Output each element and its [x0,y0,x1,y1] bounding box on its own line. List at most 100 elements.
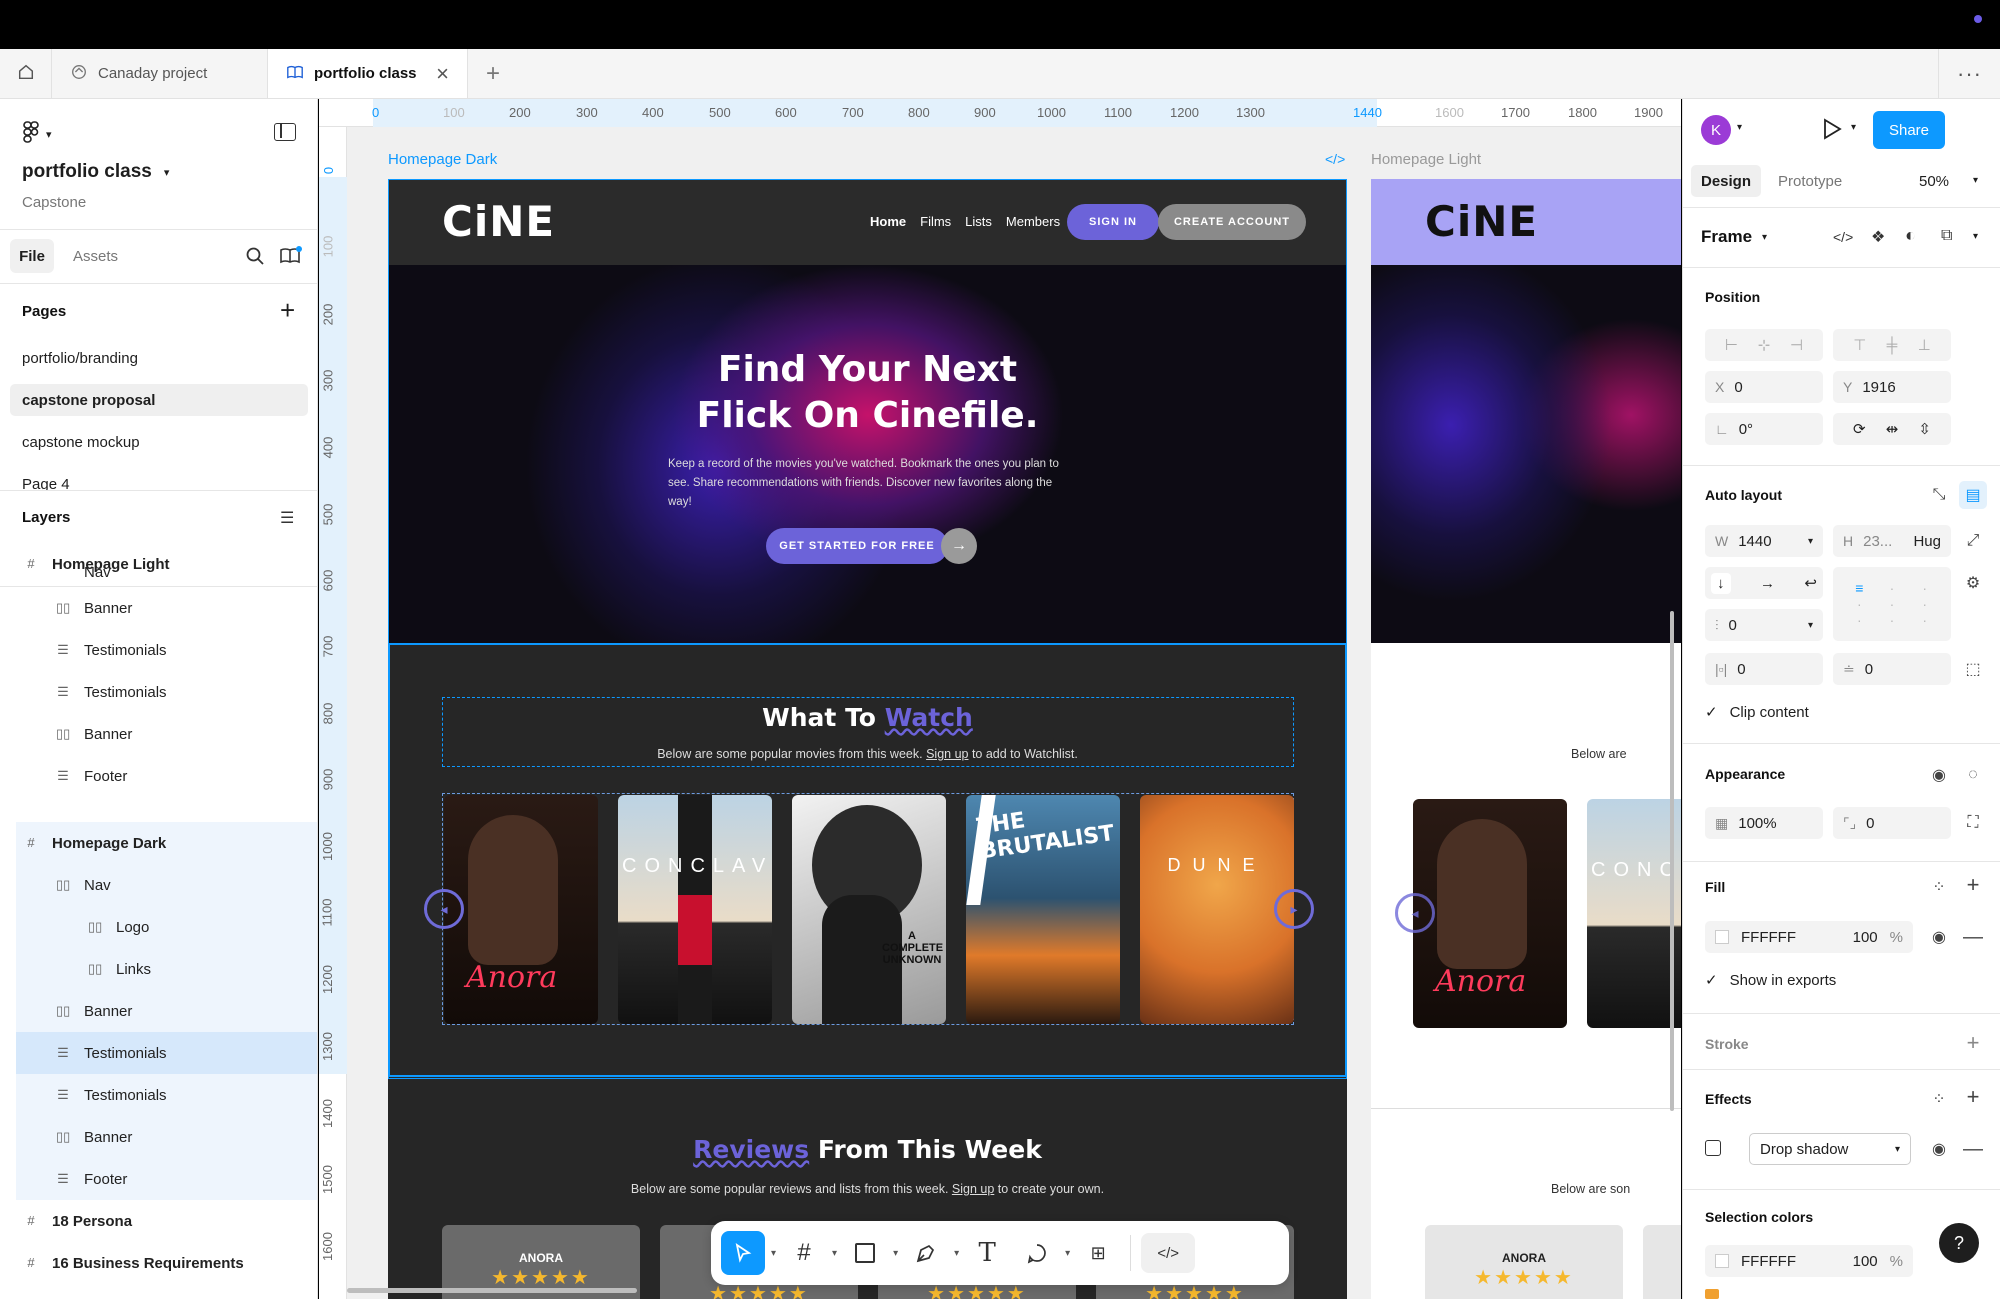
layer-item[interactable]: ▯▯ Banner [16,990,317,1032]
remove-fill-icon[interactable]: — [1959,923,1987,951]
logo-light[interactable]: CiNE [1425,197,1538,246]
page-item[interactable]: capstone mockup [22,434,140,451]
rotation-field[interactable]: ∟ 0° [1705,413,1823,445]
logo[interactable]: CiNE [442,197,555,246]
comment-tool-icon[interactable] [1015,1231,1059,1275]
layer-item[interactable]: ☰ Testimonials [0,671,317,713]
chevron-down-icon[interactable]: ▾ [1973,175,1978,186]
carousel-prev-button[interactable]: ◂ [424,889,464,929]
code-icon[interactable]: </> [1833,229,1853,245]
actions-icon[interactable]: ⊞ [1076,1231,1120,1275]
effect-toggle-checkbox[interactable] [1705,1140,1721,1156]
width-field[interactable]: W 1440 ▾ [1705,525,1823,557]
text-tool-icon[interactable]: T [965,1231,1009,1275]
padding-v-field[interactable]: ≐ 0 [1833,653,1951,685]
layer-item-selected[interactable]: ☰ Testimonials [16,1032,317,1074]
help-button[interactable]: ? [1939,1223,1979,1263]
layer-item[interactable]: # Homepage Dark [16,822,317,864]
horizontal-scrollbar[interactable] [347,1288,637,1293]
new-tab-button[interactable]: + [468,49,518,98]
layer-item[interactable]: ☰ Testimonials [16,1074,317,1116]
canvas[interactable]: 0 100 200 300 400 500 600 700 800 900 10… [319,99,1681,1299]
y-field[interactable]: Y 1916 [1833,371,1951,403]
frame-tool-icon[interactable]: # [782,1231,826,1275]
alignment-grid[interactable]: ≡ · · · · · · · · [1833,567,1951,641]
layer-item[interactable]: #18 Persona [0,1200,317,1242]
transform-group[interactable]: ⟳ ⇹ ⇳ [1833,413,1951,445]
remove-effect-icon[interactable]: — [1959,1135,1987,1163]
poster-brutalist[interactable]: THE BRUTALIST [966,795,1120,1024]
tab-portfolio-class[interactable]: portfolio class × [268,49,468,98]
pen-tool-icon[interactable] [904,1231,948,1275]
styles-icon[interactable]: ⁘ [1925,873,1953,901]
show-in-exports-checkbox[interactable]: ✓ Show in exports [1705,971,1836,990]
close-icon[interactable]: × [436,61,449,87]
nav-link-lists[interactable]: Lists [965,214,992,229]
selection-color-field[interactable]: FFFFFF 100% [1705,1245,1913,1277]
layer-item[interactable]: ☰ Footer [0,755,317,797]
homepage-light-frame[interactable]: CiNE Below are Anora CONCLAVE ◂ Below ar… [1371,179,1681,1299]
corner-radius-field[interactable]: ⌜⌟ 0 [1833,807,1951,839]
layer-item[interactable]: ☰ Testimonials [0,629,317,671]
layer-item[interactable]: ▯▯ Nav [16,864,317,906]
x-field[interactable]: X0 [1705,371,1823,403]
page-item[interactable]: portfolio/branding [22,350,138,367]
frame-type-dropdown[interactable]: Frame ▾ [1701,227,1767,247]
library-icon[interactable] [280,246,302,271]
poster-complete-unknown[interactable]: A COMPLETE UNKNOWN [792,795,946,1024]
poster-conclave-light[interactable]: CONCLAVE [1587,799,1681,1028]
dev-mode-icon[interactable]: </> [1141,1233,1196,1273]
poster-anora[interactable]: Anora [444,795,598,1024]
layer-item[interactable]: ▯▯ Links [16,948,317,990]
chevron-down-icon[interactable]: ▾ [1973,231,1978,242]
chevron-down-icon[interactable]: ▾ [893,1248,898,1259]
eye-icon[interactable]: ◉ [1925,761,1953,789]
add-stroke-icon[interactable]: + [1959,1029,1987,1057]
tab-canaday-project[interactable]: Canaday project [52,49,268,98]
opacity-field[interactable]: ▦ 100% [1705,807,1823,839]
vertical-align-group[interactable]: ⊤ ╪ ⊥ [1833,329,1951,361]
share-button[interactable]: Share [1873,111,1945,149]
collapse-icon[interactable]: ⤡ [1925,481,1953,509]
color-swatch[interactable] [1705,1289,1719,1299]
component-icon[interactable]: ❖ [1871,227,1885,247]
effect-type-dropdown[interactable]: Drop shadow ▾ [1749,1133,1911,1165]
tab-file[interactable]: File [10,239,54,273]
carousel-prev-button-light[interactable]: ◂ [1395,893,1435,933]
vertical-scrollbar[interactable] [1670,611,1674,1111]
main-menu-button[interactable]: ▾ [22,121,52,148]
search-icon[interactable] [245,246,265,271]
layer-item[interactable]: #16 Business Requirements [0,1242,317,1284]
homepage-dark-frame[interactable]: CiNE Home Films Lists Members SIGN IN CR… [388,179,1347,1299]
chevron-down-icon[interactable]: ▾ [1065,1248,1070,1259]
review-card-light[interactable]: ANORA ★★★★★ [1425,1225,1623,1299]
nav-link-home[interactable]: Home [870,214,906,229]
page-item[interactable]: capstone proposal [22,392,155,409]
add-fill-icon[interactable]: + [1959,871,1987,899]
resize-icon[interactable]: ⤢ [1959,527,1987,555]
horizontal-align-group[interactable]: ⊢ ⊹ ⊣ [1705,329,1823,361]
layer-item[interactable]: ▯▯ Banner [0,587,317,629]
chevron-down-icon[interactable]: ▾ [1737,122,1742,133]
padding-h-field[interactable]: |▫| 0 [1705,653,1823,685]
styles-icon[interactable]: ⁘ [1925,1085,1953,1113]
contrast-icon[interactable]: ◐ [1905,225,1916,246]
zoom-level[interactable]: 50% [1919,173,1949,190]
poster-dune[interactable]: DUNE [1140,795,1294,1024]
sign-in-button[interactable]: SIGN IN [1067,204,1159,240]
get-started-button[interactable]: GET STARTED FOR FREE [766,528,948,564]
frame-label-dark[interactable]: Homepage Dark [388,151,497,168]
chevron-down-icon[interactable]: ▾ [954,1248,959,1259]
layer-item[interactable]: ▯▯ Banner [16,1116,317,1158]
auto-layout-icon[interactable]: ▤ [1959,481,1987,509]
nav-link-members[interactable]: Members [1006,214,1060,229]
collapse-layers-icon[interactable]: ☰ [280,508,294,528]
add-page-icon[interactable]: + [280,295,295,326]
create-account-button[interactable]: CREATE ACCOUNT [1158,204,1306,240]
layer-item[interactable]: #Nav [0,565,317,581]
poster-anora-light[interactable]: Anora [1413,799,1567,1028]
move-tool-button[interactable] [721,1231,765,1275]
sidebar-toggle-icon[interactable] [274,123,296,141]
boolean-icon[interactable]: ⧉ [1941,227,1952,245]
blend-icon[interactable]: ◌ [1959,761,1987,789]
